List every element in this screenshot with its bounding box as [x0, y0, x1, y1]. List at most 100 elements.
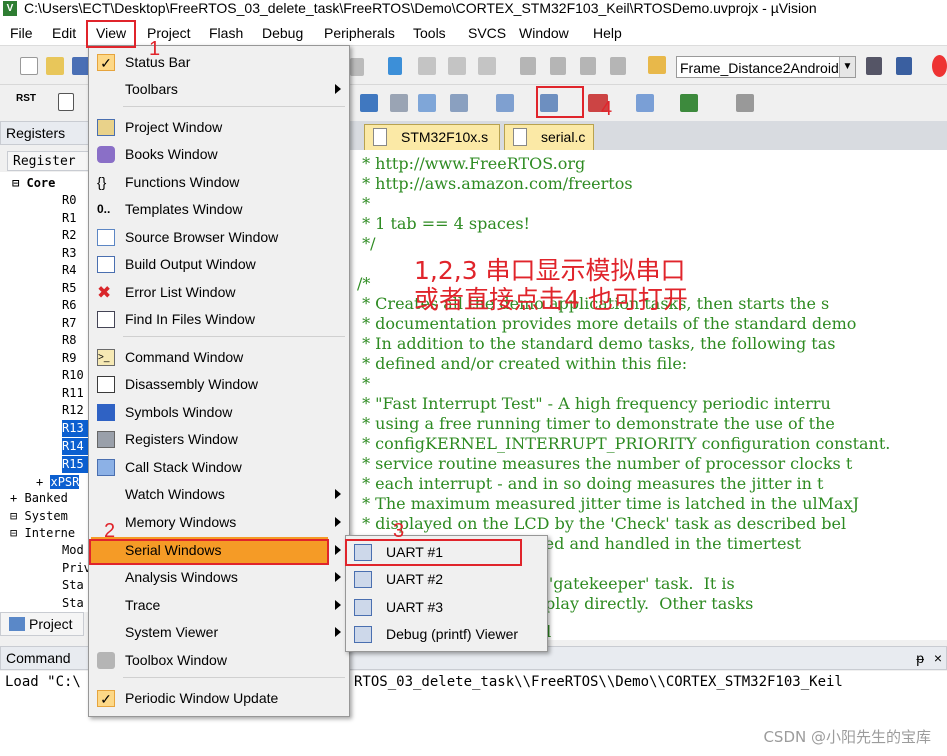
menu-item-books-window[interactable]: Books Window [91, 141, 347, 168]
tree-item-r5[interactable]: R5 [62, 280, 76, 297]
source-browser-toolbar-icon[interactable] [360, 94, 378, 112]
tree-item-r1[interactable]: R1 [62, 210, 76, 227]
tree-node-core[interactable]: ⊟ Core [12, 175, 55, 192]
menu-item-uart-3[interactable]: UART #3 [348, 594, 545, 621]
menu-item-memory-windows[interactable]: Memory Windows [91, 509, 347, 536]
menu-file[interactable]: File [10, 25, 33, 41]
new-file-icon[interactable] [20, 57, 38, 75]
registers-toolbar-icon[interactable] [390, 94, 408, 112]
unindent-icon[interactable] [550, 57, 566, 75]
collapse-icon[interactable]: ⊟ [12, 176, 19, 190]
memory-toolbar-icon[interactable] [496, 94, 514, 112]
tree-item-r9[interactable]: R9 [62, 350, 76, 367]
menu-svcs[interactable]: SVCS [468, 25, 506, 41]
menu-item-debug-printf-viewer[interactable]: Debug (printf) Viewer [348, 621, 545, 648]
comment-icon[interactable] [580, 57, 596, 75]
tree-item-r13[interactable]: R13 [62, 420, 89, 437]
indent-icon[interactable] [520, 57, 536, 75]
tree-item-r11[interactable]: R11 [62, 385, 84, 402]
tree-item-r0[interactable]: R0 [62, 192, 76, 209]
menu-item-trace[interactable]: Trace [91, 592, 347, 619]
menu-item-periodic-window-update[interactable]: ✓ Periodic Window Update [91, 685, 347, 712]
call-stack-toolbar-icon[interactable] [418, 94, 436, 112]
tab-serial-c[interactable]: serial.c [504, 124, 594, 150]
expand-icon[interactable]: + [10, 491, 17, 505]
close-icon[interactable]: × [934, 647, 942, 669]
find-in-files-icon[interactable] [648, 56, 666, 74]
menu-item-find-in-files-window[interactable]: Find In Files Window [91, 306, 347, 333]
watch-toolbar-icon[interactable] [450, 94, 468, 112]
toolbox-toolbar-icon[interactable] [736, 94, 754, 112]
uncomment-icon[interactable] [610, 57, 626, 75]
register-column-header[interactable]: Register [7, 151, 90, 171]
tree-node-internal[interactable]: ⊟ Interne [10, 525, 75, 542]
tab-stm32f10x-s[interactable]: STM32F10x.s [364, 124, 500, 150]
tree-item-r12[interactable]: R12 [62, 402, 84, 419]
menu-debug[interactable]: Debug [262, 25, 303, 41]
tree-item-mode[interactable]: Mod [62, 542, 84, 559]
menu-item-toolbox-window[interactable]: Toolbox Window [91, 647, 347, 674]
translate-icon[interactable] [896, 57, 912, 75]
stop-icon[interactable] [932, 55, 947, 77]
menu-edit[interactable]: Edit [52, 25, 76, 41]
menu-help[interactable]: Help [593, 25, 622, 41]
tree-item-r15[interactable]: R15 [62, 456, 89, 473]
menu-item-error-list-window[interactable]: ✖ Error List Window [91, 279, 347, 306]
pin-icon[interactable]: ᵽ [916, 647, 924, 669]
menu-item-analysis-windows[interactable]: Analysis Windows [91, 564, 347, 591]
clear-bookmarks-icon[interactable] [478, 57, 496, 75]
menu-item-functions-window[interactable]: {} Functions Window [91, 169, 347, 196]
system-viewer-toolbar-icon[interactable] [680, 94, 698, 112]
menu-item-symbols-window[interactable]: Symbols Window [91, 399, 347, 426]
menu-item-toolbars[interactable]: Toolbars [91, 76, 347, 103]
run-icon[interactable] [58, 93, 74, 111]
tree-item-r10[interactable]: R10 [62, 367, 84, 384]
menu-item-uart-2[interactable]: UART #2 [348, 566, 545, 593]
menu-item-build-output-window[interactable]: Build Output Window [91, 251, 347, 278]
bookmark-icon[interactable] [388, 57, 402, 75]
highlight-box-serial-windows [89, 539, 329, 565]
menu-flash[interactable]: Flash [209, 25, 243, 41]
tree-item-r6[interactable]: R6 [62, 297, 76, 314]
open-folder-icon[interactable] [46, 57, 64, 75]
menu-item-project-window[interactable]: Project Window [91, 114, 347, 141]
menu-item-command-window[interactable]: >_ Command Window [91, 344, 347, 371]
collapse-icon[interactable]: ⊟ [10, 526, 17, 540]
menu-item-source-browser-window[interactable]: Source Browser Window [91, 224, 347, 251]
trace-toolbar-icon[interactable] [636, 94, 654, 112]
menu-item-registers-window[interactable]: Registers Window [91, 426, 347, 453]
tree-item-states[interactable]: Sta [62, 595, 84, 612]
options-icon[interactable] [866, 57, 882, 75]
tree-node-banked[interactable]: + Banked [10, 490, 68, 507]
menu-item-watch-windows[interactable]: Watch Windows [91, 481, 347, 508]
expand-icon[interactable]: ⊟ [10, 509, 17, 523]
menu-item-system-viewer[interactable]: System Viewer [91, 619, 347, 646]
tree-node-system[interactable]: ⊟ System [10, 508, 68, 525]
reset-icon[interactable]: RST [16, 94, 36, 104]
expand-icon[interactable]: + [36, 475, 43, 489]
menu-item-call-stack-window[interactable]: Call Stack Window [91, 454, 347, 481]
tree-item-r7[interactable]: R7 [62, 315, 76, 332]
tree-item-r3[interactable]: R3 [62, 245, 76, 262]
prev-bookmark-icon[interactable] [418, 57, 436, 75]
tree-node-xpsr[interactable]: + xPSR [36, 474, 80, 491]
chevron-down-icon[interactable]: ▼ [839, 57, 855, 77]
menu-tools[interactable]: Tools [413, 25, 446, 41]
tree-item-r2[interactable]: R2 [62, 227, 76, 244]
menu-item-label: Watch Windows [125, 486, 225, 502]
target-select[interactable]: Frame_Distance2Android ▼ [676, 56, 856, 78]
menu-item-disassembly-window[interactable]: Disassembly Window [91, 371, 347, 398]
tree-item-r14[interactable]: R14 [62, 438, 89, 455]
next-bookmark-icon[interactable] [448, 57, 466, 75]
tree-item-r4[interactable]: R4 [62, 262, 76, 279]
menu-window[interactable]: Window [519, 25, 569, 41]
tree-item-stack[interactable]: Sta [62, 577, 84, 594]
navigate-forward-icon[interactable] [350, 58, 364, 76]
menu-item-templates-window[interactable]: 0.. Templates Window [91, 196, 347, 223]
menu-item-status-bar[interactable]: ✓ Status Bar [91, 49, 347, 76]
tree-item-r8[interactable]: R8 [62, 332, 76, 349]
tree-item-privilege[interactable]: Priv [62, 560, 89, 577]
menu-peripherals[interactable]: Peripherals [324, 25, 395, 41]
error-icon: ✖ [97, 283, 112, 302]
project-tab[interactable]: Project [0, 612, 84, 636]
